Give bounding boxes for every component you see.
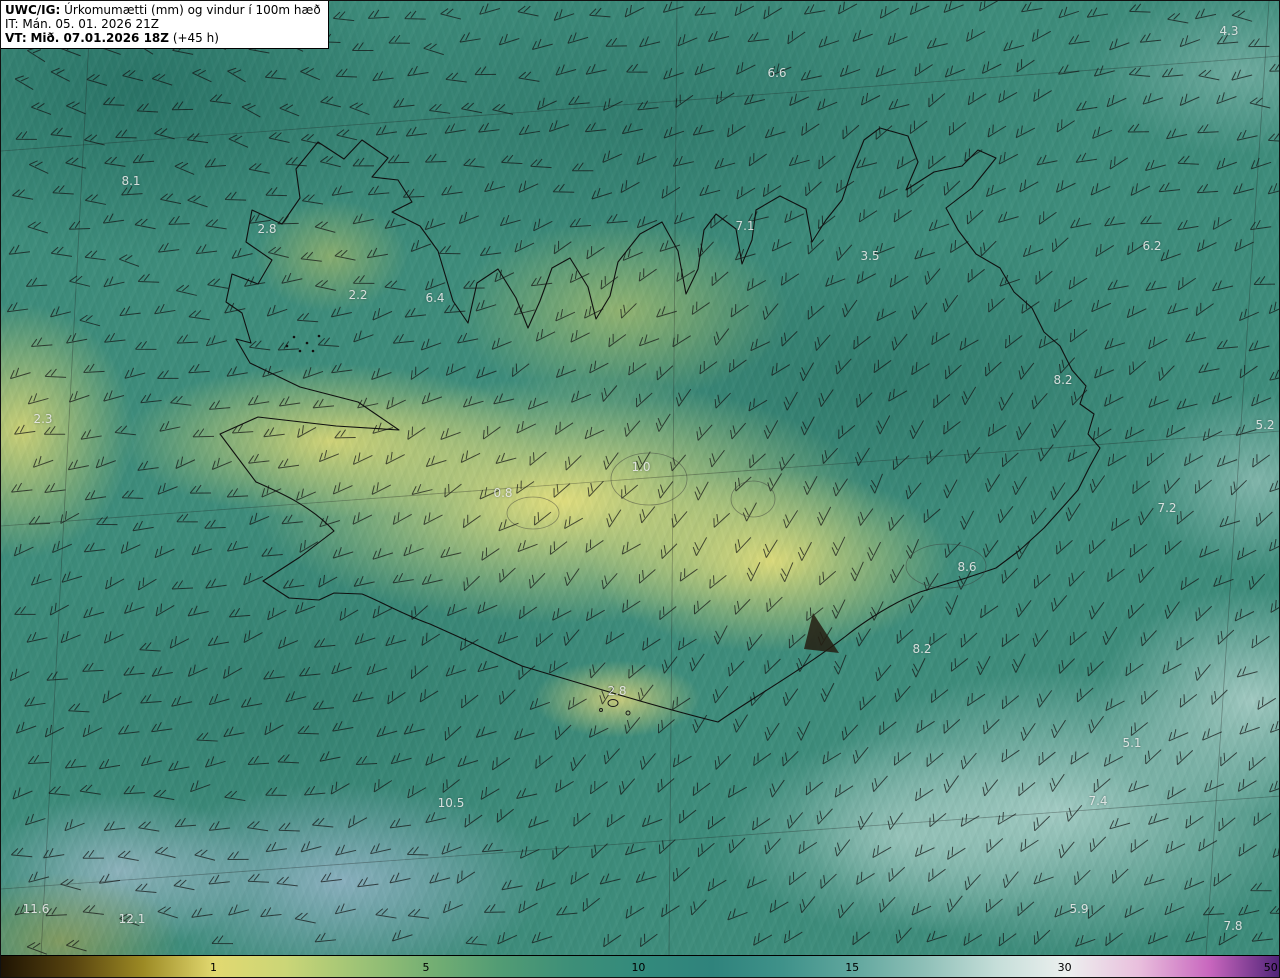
init-time-line: IT: Mán. 05. 01. 2026 21Z bbox=[5, 17, 321, 31]
colorbar-tick-50: 50 bbox=[1263, 961, 1278, 974]
vestmannaeyjar-islet bbox=[607, 699, 619, 707]
model-label: UWC/IG: bbox=[5, 3, 61, 17]
skerry-dot bbox=[317, 334, 321, 338]
valid-label: VT: bbox=[5, 31, 27, 45]
skerry-dot bbox=[311, 349, 315, 353]
precip-contour bbox=[730, 480, 776, 518]
wind-barbs-layer bbox=[6, 1, 1279, 955]
graticule-lines bbox=[1, 1, 1279, 955]
title-line: UWC/IG: Úrkomumætti (mm) og vindur í 100… bbox=[5, 3, 321, 17]
coastline-path bbox=[219, 127, 1101, 723]
skerry-dot bbox=[292, 335, 296, 339]
map-title-box: UWC/IG: Úrkomumætti (mm) og vindur í 100… bbox=[1, 1, 329, 49]
vestmannaeyjar-islet bbox=[625, 710, 631, 716]
colorbar-tick-10: 10 bbox=[631, 961, 646, 974]
colorbar-tick-5: 5 bbox=[422, 961, 430, 974]
map-overlay bbox=[1, 1, 1279, 955]
skerry-dot bbox=[298, 349, 302, 353]
vestmannaeyjar-islet bbox=[599, 708, 603, 712]
precipitation-wind-map: 4.3 6.6 8.1 2.8 7.1 3.5 6.2 6.4 2.2 2.3 8.2 5.2 1.0 0… bbox=[1, 1, 1279, 955]
valid-time-line: VT: Mið. 07.01.2026 18Z (+45 h) bbox=[5, 31, 321, 45]
lead-time: (+45 h) bbox=[172, 31, 219, 45]
valid-time: Mið. 07.01.2026 18Z bbox=[30, 31, 169, 45]
colorbar-tick-30: 30 bbox=[1057, 961, 1072, 974]
skerry-dot bbox=[285, 344, 289, 348]
weather-map-page: 4.3 6.6 8.1 2.8 7.1 3.5 6.2 6.4 2.2 2.3 8.2 5.2 1.0 0… bbox=[0, 0, 1280, 978]
skerry-dot bbox=[305, 341, 309, 345]
precip-contour bbox=[506, 496, 560, 530]
colorbar-tick-1: 1 bbox=[209, 961, 217, 974]
map-title: Úrkomumætti (mm) og vindur í 100m hæð bbox=[64, 3, 321, 17]
colorbar-tick-15: 15 bbox=[845, 961, 860, 974]
precipitation-colorbar: 1 5 10 15 30 50 bbox=[1, 955, 1279, 977]
iceland-coastline bbox=[219, 127, 1101, 723]
init-label: IT: bbox=[5, 17, 19, 31]
precip-contour bbox=[905, 543, 987, 589]
init-time: Mán. 05. 01. 2026 21Z bbox=[22, 17, 160, 31]
precip-contour bbox=[610, 452, 688, 506]
